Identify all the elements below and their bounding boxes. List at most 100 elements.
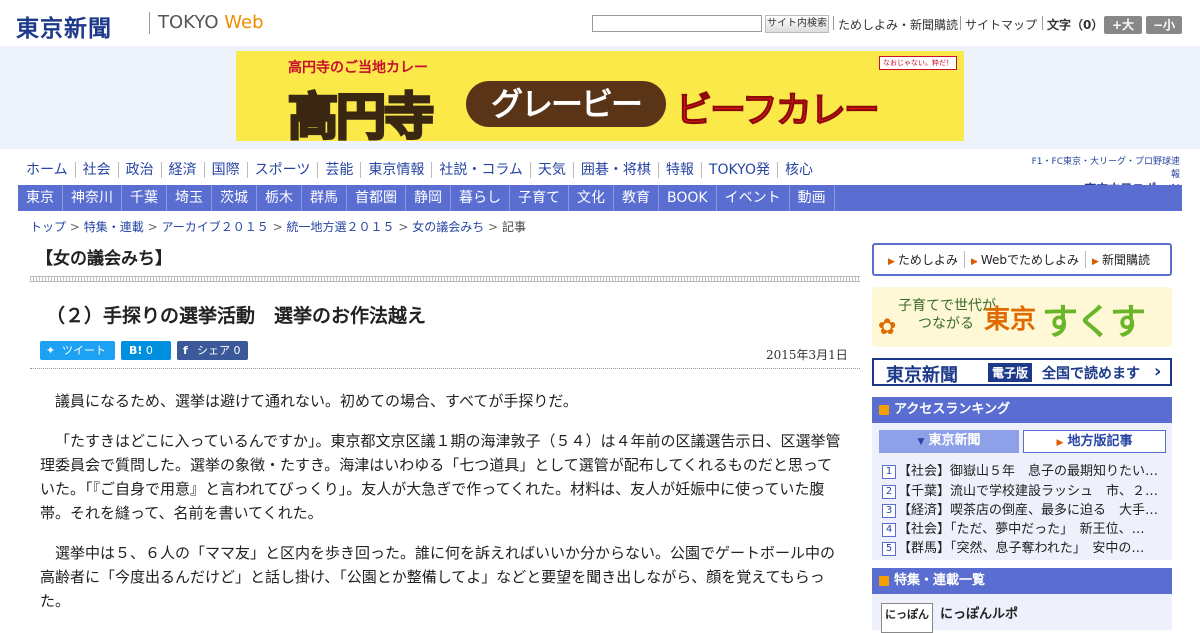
logo-divider xyxy=(149,12,150,34)
nav-item-society[interactable]: 社会 xyxy=(76,162,119,178)
breadcrumb-sep: > xyxy=(488,220,499,234)
nav-item-weather[interactable]: 天気 xyxy=(531,162,574,178)
subnav-item-tochigi[interactable]: 栃木 xyxy=(257,185,302,211)
trial-read-link[interactable]: ▶ ためしよみ xyxy=(882,251,965,268)
nav-item-politics[interactable]: 政治 xyxy=(119,162,162,178)
web-trial-label: Webでためしよみ xyxy=(980,253,1080,267)
subscribe-link[interactable]: ▶ 新聞購読 xyxy=(1086,251,1156,268)
arrow-right-icon: ▶ xyxy=(1092,257,1099,267)
ranking-item[interactable]: 5 【群馬】「突然、息子奪われた」 安中の… xyxy=(882,537,1162,556)
nav-item-special[interactable]: 特報 xyxy=(659,162,702,178)
nav-item-world[interactable]: 国際 xyxy=(205,162,248,178)
subnav-item-ibaraki[interactable]: 茨城 xyxy=(212,185,257,211)
hatena-bookmark-button[interactable]: B! 0 xyxy=(121,341,171,360)
series-title: 【女の議会みち】 xyxy=(36,249,172,269)
ranking-box: ▼ 東京新聞 ▶ 地方版記事 1 【社会】御嶽山５年 息子の最期知りたい… 2 【千葉】… xyxy=(872,423,1172,560)
subnav-item-book[interactable]: BOOK xyxy=(659,185,717,211)
breadcrumb-election[interactable]: 統一地方選２０１５ xyxy=(286,220,394,234)
subnav-item-saitama[interactable]: 埼玉 xyxy=(167,185,212,211)
trial-read-label: ためしよみ xyxy=(897,253,958,267)
tab-tokyo-shimbun[interactable]: ▼ 東京新聞 xyxy=(879,430,1019,453)
nav-item-editorial[interactable]: 社説・コラム xyxy=(432,162,531,178)
font-bigger-button[interactable]: +大 xyxy=(1104,16,1142,34)
banner-subtitle: 高円寺のご当地カレー xyxy=(288,60,428,76)
web-trial-link[interactable]: ▶ Webでためしよみ xyxy=(965,251,1087,268)
ranking-header: アクセスランキング xyxy=(872,397,1172,423)
triangle-right-icon: ▶ xyxy=(1056,438,1064,448)
subnav-item-living[interactable]: 暮らし xyxy=(451,185,510,211)
ranking-item[interactable]: 4 【社会】「ただ、夢中だった」 新王位、… xyxy=(882,518,1162,537)
facebook-share-button[interactable]: f シェア 0 xyxy=(177,341,248,360)
chevron-right-icon: › xyxy=(1154,361,1162,382)
banner-small-logo: なおじゃない。粋だ！ xyxy=(879,56,957,70)
rank-number: 1 xyxy=(882,464,896,479)
tab-regional[interactable]: ▶ 地方版記事 xyxy=(1023,430,1166,453)
tweet-button[interactable]: ✦ ツイート xyxy=(40,341,115,360)
web-text: Web xyxy=(224,12,264,33)
breadcrumb-current: 記事 xyxy=(501,220,526,234)
breadcrumb-archive[interactable]: アーカイブ２０１５ xyxy=(161,220,268,234)
rank-number: 3 xyxy=(882,503,896,518)
ad-banner[interactable]: 高円寺のご当地カレー 高円寺 グレービー ビーフカレー なおじゃない。粋だ！ xyxy=(236,51,964,141)
subnav-item-chiba[interactable]: 千葉 xyxy=(122,185,167,211)
nav-item-tokyo-info[interactable]: 東京情報 xyxy=(361,162,433,178)
subnav-item-education[interactable]: 教育 xyxy=(614,185,659,211)
chunichi-tagline: F1・FC東京・大リーグ・プロ野球速報 xyxy=(1031,157,1180,180)
nav-item-tokyo-hatsu[interactable]: TOKYO発 xyxy=(702,162,778,178)
square-bullet-icon xyxy=(879,576,889,586)
breadcrumb-sep: > xyxy=(272,220,283,234)
header-divider xyxy=(960,16,961,30)
feature-item-title[interactable]: にっぽんルポ xyxy=(940,603,1018,622)
subnav-item-culture[interactable]: 文化 xyxy=(569,185,614,211)
subnav-item-kanagawa[interactable]: 神奈川 xyxy=(63,185,122,211)
sukusuku-banner[interactable]: ✿ 子育てで世代が つながる 東京 すくすく xyxy=(872,287,1172,347)
font-smaller-button[interactable]: −小 xyxy=(1146,16,1182,34)
tokyo-text: TOKYO xyxy=(158,12,219,33)
nav-item-sports[interactable]: スポーツ xyxy=(248,162,319,178)
article-divider xyxy=(30,368,860,369)
subscribe-label: 新聞購読 xyxy=(1101,253,1150,267)
site-search-button[interactable]: サイト内検索 xyxy=(765,15,829,33)
ranking-item[interactable]: 3 【経済】喫茶店の倒産、最多に迫る 大手… xyxy=(882,499,1162,518)
ranking-text: 【群馬】「突然、息子奪われた」 安中の… xyxy=(898,541,1145,556)
subnav-item-parenting[interactable]: 子育て xyxy=(510,185,569,211)
sukusuku-logo: すくすく xyxy=(1042,302,1146,343)
site-header: 東京新聞 TOKYO Web サイト内検索 ためしよみ・新聞購読 サイトマップ … xyxy=(0,0,1200,46)
subnav-item-shutoken[interactable]: 首都圏 xyxy=(347,185,406,211)
breadcrumb-sep: > xyxy=(398,220,409,234)
ranking-text: 【経済】喫茶店の倒産、最多に迫る 大手… xyxy=(898,503,1159,518)
breadcrumb-features[interactable]: 特集・連載 xyxy=(84,220,144,234)
features-box: にっぽん にっぽんルポ xyxy=(872,594,1172,633)
feature-thumbnail[interactable]: にっぽん xyxy=(881,603,933,633)
ranking-item[interactable]: 2 【千葉】流山で学校建設ラッシュ 市、２… xyxy=(882,480,1162,499)
subnav-item-event[interactable]: イベント xyxy=(717,185,790,211)
tokyo-web-logo[interactable]: TOKYO Web xyxy=(158,12,264,33)
subnav-item-tokyo[interactable]: 東京 xyxy=(18,185,63,211)
nav-item-economy[interactable]: 経済 xyxy=(162,162,205,178)
features-header: 特集・連載一覧 xyxy=(872,568,1172,594)
site-logo[interactable]: 東京新聞 xyxy=(16,9,112,43)
header-divider xyxy=(833,16,834,30)
sitemap-link[interactable]: サイトマップ xyxy=(965,16,1037,33)
ranking-text: 【千葉】流山で学校建設ラッシュ 市、２… xyxy=(898,484,1159,499)
digital-edition-banner[interactable]: 東京新聞 電子版 全国で読めます › xyxy=(872,358,1172,386)
subnav-item-shizuoka[interactable]: 静岡 xyxy=(406,185,451,211)
search-input[interactable] xyxy=(592,15,762,32)
arrow-right-icon: ▶ xyxy=(888,257,895,267)
tab-label: 地方版記事 xyxy=(1067,434,1133,449)
ranking-item[interactable]: 1 【社会】御嶽山５年 息子の最期知りたい… xyxy=(882,460,1162,479)
trial-subscribe-link[interactable]: ためしよみ・新聞購読 xyxy=(838,16,958,33)
nav-item-entertainment[interactable]: 芸能 xyxy=(318,162,362,178)
nav-item-go-shogi[interactable]: 囲碁・将棋 xyxy=(574,162,659,178)
facebook-icon: f xyxy=(183,344,188,357)
ranking-title: アクセスランキング xyxy=(894,402,1010,417)
subnav-item-gunma[interactable]: 群馬 xyxy=(302,185,347,211)
nav-item-home[interactable]: ホーム xyxy=(18,162,76,178)
sukusuku-tokyo: 東京 xyxy=(984,305,1037,335)
subnav-item-video[interactable]: 動画 xyxy=(790,185,835,211)
features-title: 特集・連載一覧 xyxy=(894,573,986,588)
subscription-links: ▶ ためしよみ ▶ Webでためしよみ ▶ 新聞購読 xyxy=(872,243,1172,276)
breadcrumb-series[interactable]: 女の議会みち xyxy=(412,220,484,234)
breadcrumb-top[interactable]: トップ xyxy=(30,220,66,234)
nav-item-core[interactable]: 核心 xyxy=(778,162,820,178)
